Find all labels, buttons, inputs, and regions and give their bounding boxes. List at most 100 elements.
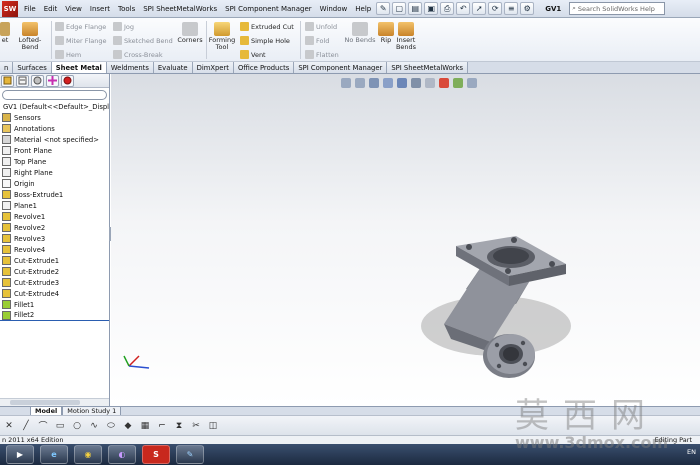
menu-view[interactable]: View — [61, 5, 86, 13]
sketch-slot-icon[interactable]: ⬭ — [104, 419, 118, 433]
sheet-metal-command[interactable]: et — [0, 22, 12, 44]
edge-flange-button[interactable]: Edge Flange — [55, 22, 106, 31]
corners-button[interactable]: Corners — [176, 22, 204, 44]
feature-tree-scrollbar[interactable] — [0, 398, 109, 406]
forming-tool-icon — [214, 22, 230, 36]
tree-root-part[interactable]: GV1 (Default<<Default>_Display — [0, 102, 109, 112]
menu-spi-component-manager[interactable]: SPI Component Manager — [221, 5, 316, 13]
tree-item[interactable]: Cut-Extrude3 — [0, 277, 109, 288]
taskbar-solidworks-icon[interactable]: S — [142, 445, 170, 464]
menu-file[interactable]: File — [20, 5, 40, 13]
tree-item[interactable]: Top Plane — [0, 156, 109, 167]
language-indicator[interactable]: EN — [687, 448, 696, 456]
tree-item[interactable]: Right Plane — [0, 167, 109, 178]
sketch-mirror-icon[interactable]: ⧗ — [172, 419, 186, 433]
miter-flange-button[interactable]: Miter Flange — [55, 36, 106, 45]
tree-item[interactable]: Revolve1 — [0, 211, 109, 222]
open-folder-icon[interactable]: ▤ — [408, 2, 423, 15]
tree-item[interactable]: Origin — [0, 178, 109, 189]
taskbar-media-icon[interactable]: ◐ — [108, 445, 136, 464]
pin-icon[interactable]: ✎ — [376, 2, 391, 15]
tree-item[interactable]: Plane1 — [0, 200, 109, 211]
tab-sheet-metal[interactable]: Sheet Metal — [51, 62, 107, 73]
rebuild-icon[interactable]: ⟳ — [488, 2, 503, 15]
scrollbar-thumb[interactable] — [10, 400, 80, 405]
select-arrow-icon[interactable]: ➚ — [472, 2, 487, 15]
rip-button[interactable]: Rip — [378, 22, 394, 44]
tree-item[interactable]: Material <not specified> — [0, 134, 109, 145]
configuration-manager-tab[interactable] — [31, 74, 44, 87]
tree-item[interactable]: Sensors — [0, 112, 109, 123]
flatten-button[interactable]: Flatten — [305, 50, 339, 59]
unfold-button[interactable]: Unfold — [305, 22, 337, 31]
feature-tree-tab[interactable] — [1, 74, 14, 87]
tab-spi-component-manager[interactable]: SPI Component Manager — [294, 62, 388, 73]
sketch-point-icon[interactable]: ◆ — [121, 419, 135, 433]
tree-item[interactable]: Cut-Extrude1 — [0, 255, 109, 266]
sketch-line-icon[interactable]: ╱ — [19, 419, 33, 433]
taskbar-paint-icon[interactable]: ✎ — [176, 445, 204, 464]
sketch-arc-icon[interactable]: ⌒ — [36, 419, 50, 433]
vent-button[interactable]: Vent — [240, 50, 266, 59]
hem-button[interactable]: Hem — [55, 50, 81, 59]
display-manager-tab[interactable] — [61, 74, 74, 87]
sketch-trim-icon[interactable]: ✂ — [189, 419, 203, 433]
sketch-rectangle-icon[interactable]: ▭ — [53, 419, 67, 433]
solidworks-logo[interactable]: SW — [2, 0, 18, 17]
menu-insert[interactable]: Insert — [86, 5, 114, 13]
taskbar-media-player-icon[interactable]: ▶ — [6, 445, 34, 464]
menu-bar: SW File Edit View Insert Tools SPI Sheet… — [0, 0, 700, 18]
tab-dimxpert[interactable]: DimXpert — [192, 62, 234, 73]
forming-tool-button[interactable]: Forming Tool — [208, 22, 236, 51]
print-icon[interactable]: ⎙ — [440, 2, 455, 15]
simple-hole-button[interactable]: Simple Hole — [240, 36, 290, 45]
cross-break-button[interactable]: Cross-Break — [113, 50, 163, 59]
tree-item[interactable]: Annotations — [0, 123, 109, 134]
lofted-bend-button[interactable]: Lofted-Bend — [12, 22, 48, 51]
menu-edit[interactable]: Edit — [40, 5, 62, 13]
tree-item[interactable]: Fillet1 — [0, 299, 109, 310]
options-gear-icon[interactable]: ⚙ — [520, 2, 535, 15]
menu-help[interactable]: Help — [351, 5, 375, 13]
jog-button[interactable]: Jog — [113, 22, 134, 31]
tab-office-products[interactable]: Office Products — [233, 62, 295, 73]
sketch-text-icon[interactable]: ▦ — [138, 419, 152, 433]
taskbar-chrome-icon[interactable]: ◉ — [74, 445, 102, 464]
tree-item[interactable]: Revolve3 — [0, 233, 109, 244]
search-help-input[interactable]: ⌕ Search SolidWorks Help — [569, 2, 666, 15]
close-x-icon[interactable]: ✕ — [2, 419, 16, 433]
sketch-fillet-icon[interactable]: ⌐ — [155, 419, 169, 433]
tab-features[interactable]: n — [0, 62, 14, 73]
insert-bends-button[interactable]: Insert Bends — [395, 22, 417, 51]
fold-button[interactable]: Fold — [305, 36, 329, 45]
sketch-offset-icon[interactable]: ◫ — [206, 419, 220, 433]
dimxpert-manager-tab[interactable] — [46, 74, 59, 87]
menu-window[interactable]: Window — [316, 5, 352, 13]
property-manager-tab[interactable] — [16, 74, 29, 87]
tree-item[interactable]: Revolve2 — [0, 222, 109, 233]
menu-spi-sheetmetalworks[interactable]: SPI SheetMetalWorks — [139, 5, 221, 13]
tree-item[interactable]: Revolve4 — [0, 244, 109, 255]
menu-tools[interactable]: Tools — [114, 5, 139, 13]
tab-weldments[interactable]: Weldments — [106, 62, 154, 73]
file-properties-icon[interactable]: ≡ — [504, 2, 519, 15]
tree-item[interactable]: Boss-Extrude1 — [0, 189, 109, 200]
taskbar-internet-explorer-icon[interactable]: e — [40, 445, 68, 464]
tab-evaluate[interactable]: Evaluate — [153, 62, 193, 73]
tree-item[interactable]: Front Plane — [0, 145, 109, 156]
tab-spi-sheetmetalworks[interactable]: SPI SheetMetalWorks — [387, 62, 469, 73]
tree-item[interactable]: Cut-Extrude2 — [0, 266, 109, 277]
sketch-spline-icon[interactable]: ∿ — [87, 419, 101, 433]
sketch-circle-icon[interactable]: ○ — [70, 419, 84, 433]
tree-item[interactable]: Cut-Extrude4 — [0, 288, 109, 299]
no-bends-button[interactable]: No Bends — [343, 22, 377, 44]
undo-icon[interactable]: ↶ — [456, 2, 471, 15]
new-document-icon[interactable]: ▢ — [392, 2, 407, 15]
extruded-cut-button[interactable]: Extruded Cut — [240, 22, 294, 31]
feature-filter-input[interactable] — [2, 90, 107, 100]
save-icon[interactable]: ▣ — [424, 2, 439, 15]
tab-surfaces[interactable]: Surfaces — [13, 62, 52, 73]
graphics-viewport[interactable] — [111, 74, 700, 406]
tree-item[interactable]: Fillet2 — [0, 310, 109, 321]
sketched-bend-button[interactable]: Sketched Bend — [113, 36, 173, 45]
